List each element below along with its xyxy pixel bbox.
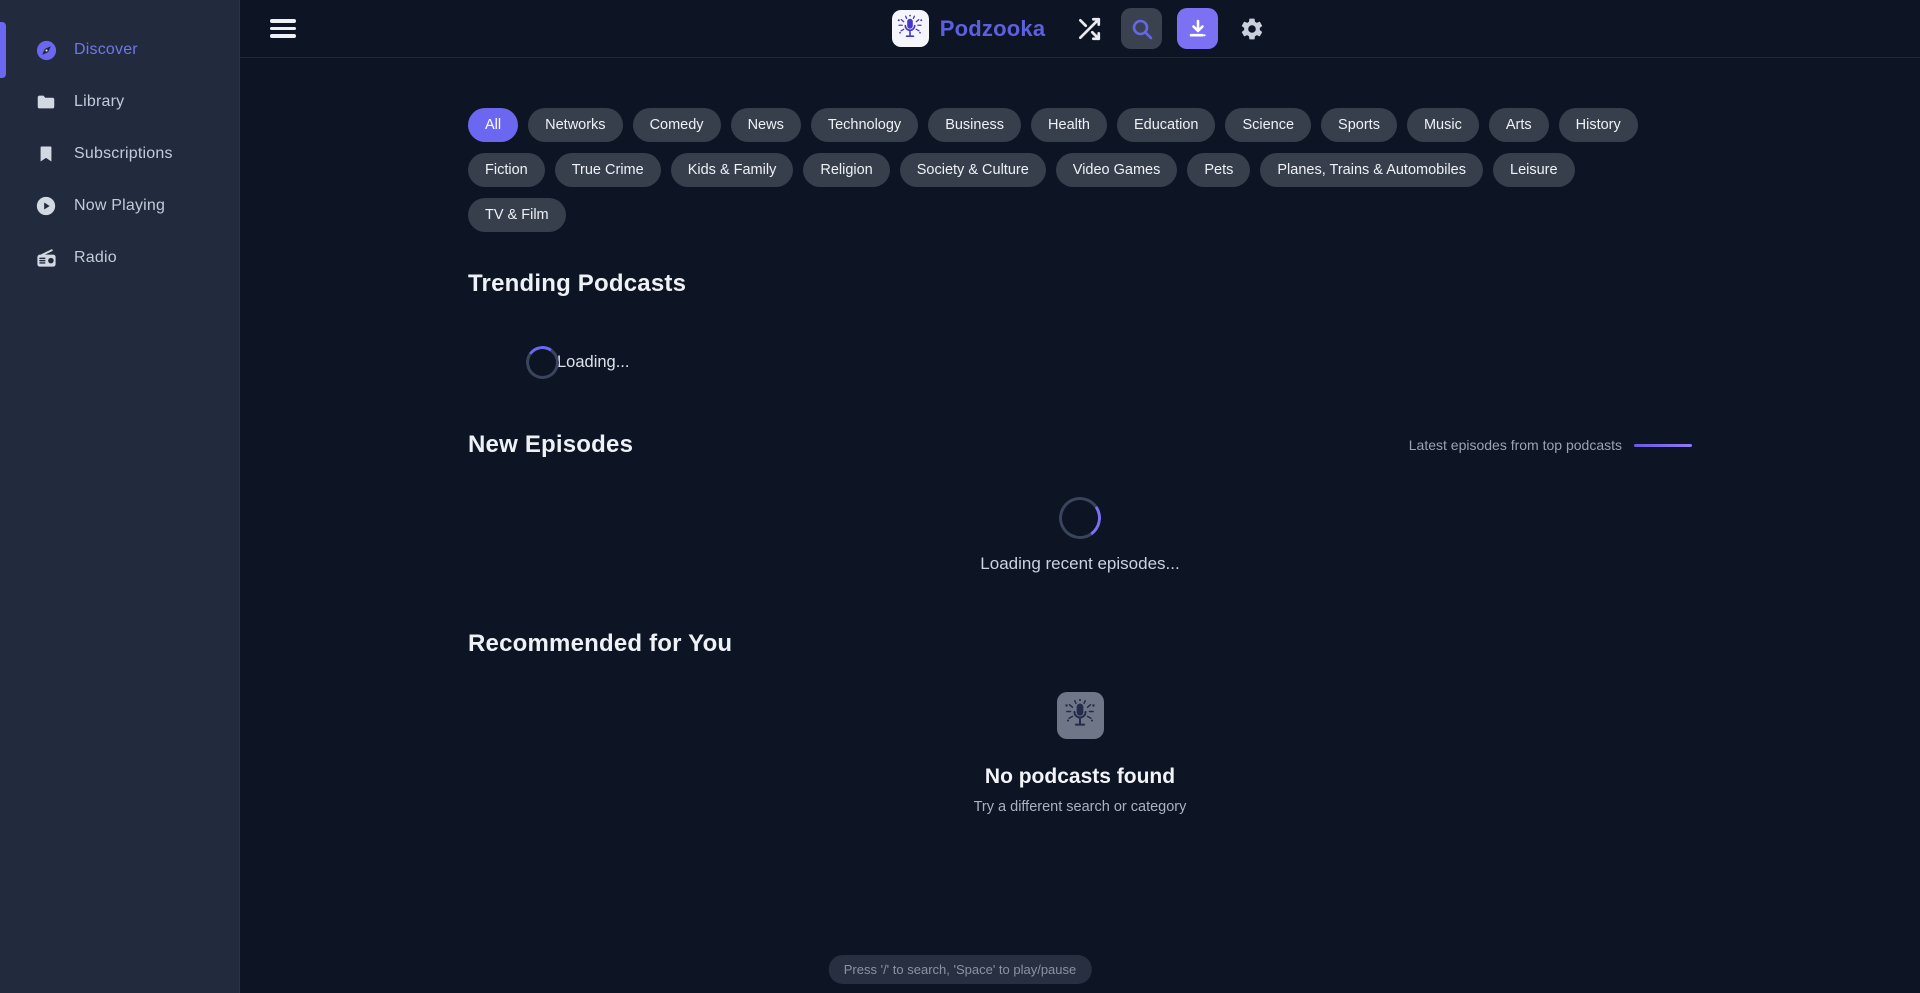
new-episodes-subtitle: Latest episodes from top podcasts [1409, 437, 1622, 453]
category-chip-sports[interactable]: Sports [1321, 108, 1397, 142]
new-episodes-loading-text: Loading recent episodes... [980, 554, 1179, 574]
new-episodes-title: New Episodes [468, 431, 633, 459]
category-chip-kids-family[interactable]: Kids & Family [671, 153, 794, 187]
section-recommended: Recommended for You No podcasts found Tr… [468, 630, 1692, 815]
search-icon[interactable] [1121, 8, 1162, 49]
category-chip-religion[interactable]: Religion [803, 153, 889, 187]
empty-state-title: No podcasts found [985, 765, 1175, 789]
sidebar-item-subscriptions[interactable]: Subscriptions [0, 128, 239, 180]
section-new-episodes: New Episodes Latest episodes from top po… [468, 431, 1692, 574]
menu-icon[interactable] [270, 17, 300, 41]
category-chip-fiction[interactable]: Fiction [468, 153, 545, 187]
sidebar: Discover Library Subscriptions Now Playi… [0, 0, 240, 993]
category-chip-planes-trains-automobiles[interactable]: Planes, Trains & Automobiles [1260, 153, 1483, 187]
microphone-burst-icon [1057, 692, 1104, 739]
keyboard-hint: Press '/' to search, 'Space' to play/pau… [829, 955, 1092, 984]
category-chip-society-culture[interactable]: Society & Culture [900, 153, 1046, 187]
category-chip-news[interactable]: News [731, 108, 801, 142]
category-chip-technology[interactable]: Technology [811, 108, 918, 142]
category-chip-leisure[interactable]: Leisure [1493, 153, 1575, 187]
accent-line [1634, 444, 1692, 447]
app-window: Discover Library Subscriptions Now Playi… [0, 0, 1920, 993]
app-title: Podzooka [940, 16, 1046, 42]
trending-loading-text: Loading... [557, 353, 629, 372]
category-chip-education[interactable]: Education [1117, 108, 1216, 142]
trending-title: Trending Podcasts [468, 270, 1692, 298]
category-chip-science[interactable]: Science [1225, 108, 1311, 142]
download-icon[interactable] [1177, 8, 1218, 49]
category-chip-health[interactable]: Health [1031, 108, 1107, 142]
recommended-title: Recommended for You [468, 630, 1692, 658]
category-chip-history[interactable]: History [1559, 108, 1638, 142]
category-chip-tv-film[interactable]: TV & Film [468, 198, 566, 232]
radio-icon [34, 246, 58, 270]
empty-state: No podcasts found Try a different search… [468, 692, 1692, 815]
category-chip-networks[interactable]: Networks [528, 108, 622, 142]
spinner-icon [523, 343, 561, 381]
category-chip-all[interactable]: All [468, 108, 518, 142]
header: Podzooka [240, 0, 1920, 58]
category-chip-video-games[interactable]: Video Games [1056, 153, 1178, 187]
category-chip-comedy[interactable]: Comedy [633, 108, 721, 142]
category-chip-pets[interactable]: Pets [1187, 153, 1250, 187]
bookmark-icon [34, 142, 58, 166]
header-center: Podzooka [892, 8, 1269, 49]
play-circle-icon [34, 194, 58, 218]
new-episodes-loader: Loading recent episodes... [468, 497, 1692, 574]
sidebar-nav: Discover Library Subscriptions Now Playi… [0, 24, 239, 284]
spinner-icon [1056, 494, 1105, 543]
compass-icon [34, 38, 58, 62]
trending-loader: Loading... [526, 346, 1692, 379]
category-filter: All Networks Comedy News Technology Business H… [468, 108, 1692, 232]
section-trending: Trending Podcasts Loading... [468, 270, 1692, 379]
shuffle-icon[interactable] [1073, 13, 1105, 45]
category-chip-true-crime[interactable]: True Crime [555, 153, 661, 187]
sidebar-item-library[interactable]: Library [0, 76, 239, 128]
content-scroll: All Networks Comedy News Technology Business H… [240, 58, 1920, 993]
empty-state-subtitle: Try a different search or category [974, 799, 1187, 815]
new-episodes-subtitle-group: Latest episodes from top podcasts [1409, 437, 1692, 453]
sidebar-item-radio[interactable]: Radio [0, 232, 239, 284]
sidebar-item-discover[interactable]: Discover [0, 24, 239, 76]
folder-icon [34, 90, 58, 114]
microphone-burst-icon [892, 10, 929, 47]
gear-icon[interactable] [1236, 13, 1268, 45]
category-chip-business[interactable]: Business [928, 108, 1021, 142]
main-area: Podzooka [240, 0, 1920, 993]
category-chip-music[interactable]: Music [1407, 108, 1479, 142]
category-chip-arts[interactable]: Arts [1489, 108, 1549, 142]
sidebar-item-now-playing[interactable]: Now Playing [0, 180, 239, 232]
